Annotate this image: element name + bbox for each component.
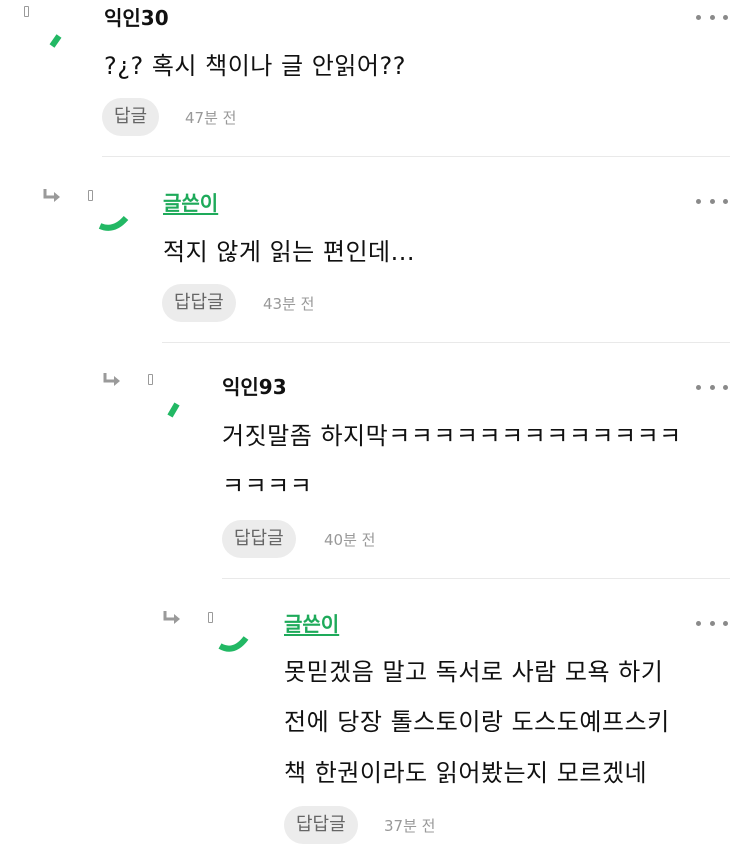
comment-time: 37분 전 bbox=[384, 817, 436, 835]
divider bbox=[162, 342, 730, 343]
indicator-icon bbox=[148, 374, 153, 385]
comment-text-line: 거짓말좀 하지막ㅋㅋㅋㅋㅋㅋㅋㅋㅋㅋㅋㅋㅋ bbox=[222, 422, 682, 450]
comment-author[interactable]: 익인30 bbox=[104, 6, 169, 30]
reply-button[interactable]: 답답글 bbox=[284, 806, 358, 844]
comment-author[interactable]: 글쓴이 bbox=[284, 612, 339, 636]
reply-button[interactable]: 답답글 bbox=[222, 520, 296, 558]
comment-thread: 익인30 ?¿? 혹시 책이나 글 안읽어?? 답글 47분 전 글쓴이 적지 … bbox=[0, 0, 750, 848]
avatar-icon bbox=[167, 402, 180, 418]
avatar-icon bbox=[98, 215, 129, 231]
reply-button[interactable]: 답글 bbox=[102, 98, 160, 136]
comment-time: 43분 전 bbox=[263, 295, 315, 313]
more-dots-icon[interactable] bbox=[696, 196, 728, 206]
divider bbox=[102, 156, 730, 157]
comment-text-line: 못믿겠음 말고 독서로 사람 모욕 하기 bbox=[284, 658, 664, 686]
comment-text: 적지 않게 읽는 편인데... bbox=[163, 238, 415, 266]
comment-author[interactable]: 익인93 bbox=[222, 375, 287, 399]
reply-arrow-icon bbox=[43, 189, 60, 202]
indicator-icon bbox=[88, 190, 93, 201]
comment-author[interactable]: 글쓴이 bbox=[163, 191, 218, 215]
reply-arrow-icon bbox=[103, 373, 120, 386]
comment-time: 40분 전 bbox=[324, 531, 376, 549]
more-dots-icon[interactable] bbox=[696, 12, 728, 22]
avatar-icon bbox=[218, 636, 249, 652]
comment-time: 47분 전 bbox=[185, 109, 237, 127]
avatar-icon bbox=[49, 34, 62, 48]
comment-text-line: ㅋㅋㅋㅋ bbox=[222, 472, 313, 500]
comment-text: ?¿? 혹시 책이나 글 안읽어?? bbox=[104, 52, 406, 80]
more-dots-icon[interactable] bbox=[696, 382, 728, 392]
comment-text-line: 책 한권이라도 읽어봤는지 모르겠네 bbox=[284, 759, 648, 787]
more-dots-icon[interactable] bbox=[696, 618, 728, 628]
indicator-icon bbox=[24, 6, 29, 17]
reply-button[interactable]: 답답글 bbox=[162, 284, 236, 322]
indicator-icon bbox=[208, 612, 213, 623]
divider bbox=[222, 578, 730, 579]
reply-arrow-icon bbox=[163, 611, 180, 624]
comment-text-line: 전에 당장 톨스토이랑 도스도예프스키 bbox=[284, 708, 670, 736]
